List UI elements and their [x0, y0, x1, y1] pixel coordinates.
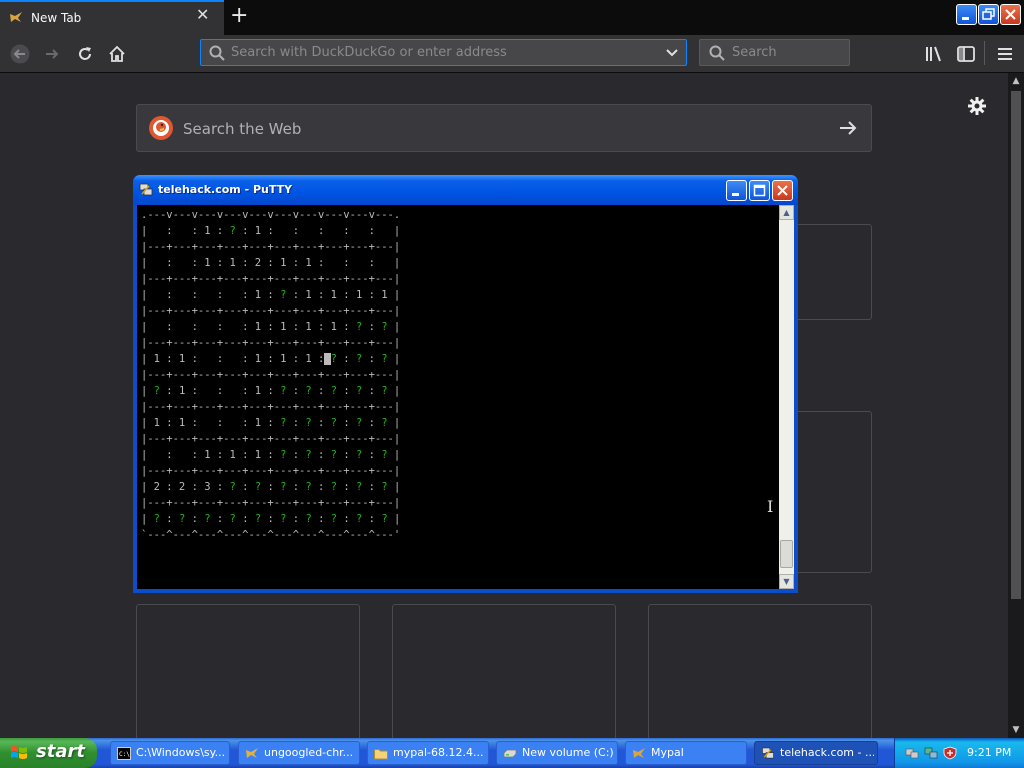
chevron-down-icon[interactable]: [666, 48, 678, 58]
taskbar-item-label: C:\Windows\sy...: [136, 746, 226, 759]
duckduckgo-logo-icon: [149, 116, 173, 140]
plus-icon[interactable]: +: [230, 2, 248, 30]
console-icon: C:\: [117, 747, 131, 760]
scroll-down-icon[interactable]: ▼: [1008, 722, 1024, 738]
putty-close-button[interactable]: [772, 180, 793, 201]
taskbar-item-label: ungoogled-chr...: [264, 746, 354, 759]
taskbar-item-chromium[interactable]: ungoogled-chr...: [238, 741, 360, 765]
hamburger-menu-icon[interactable]: [995, 44, 1015, 64]
tab-bar: New Tab ✕ +: [0, 0, 1024, 35]
clock: 9:21 PM: [967, 746, 1012, 759]
web-search-label: Search the Web: [183, 120, 302, 138]
sidebar-icon[interactable]: [956, 44, 976, 64]
putty-minimize-button[interactable]: [726, 180, 747, 201]
highlight-card[interactable]: [392, 604, 616, 744]
putty-maximize-button[interactable]: [749, 180, 770, 201]
restore-button[interactable]: [978, 4, 999, 25]
nav-bar: [0, 35, 1024, 73]
tab-title: New Tab: [31, 11, 82, 25]
chromium-icon: [246, 748, 258, 758]
search-icon: [709, 45, 725, 61]
search-input[interactable]: [732, 43, 842, 62]
url-bar[interactable]: [200, 39, 687, 66]
home-icon[interactable]: [107, 44, 127, 64]
forward-arrow-icon[interactable]: [42, 44, 62, 64]
library-icon[interactable]: [924, 44, 944, 64]
highlight-card[interactable]: [136, 604, 360, 744]
close-window-icon: [1005, 9, 1016, 20]
text-cursor-ibeam-icon: I: [767, 497, 774, 516]
terminal-scrollbar[interactable]: ▲ ▼: [779, 205, 794, 589]
web-search-box[interactable]: Search the Web: [136, 104, 872, 152]
putty-window: telehack.com - PuTTY .---v---v---v---v--…: [133, 175, 798, 593]
restore-icon: [982, 8, 995, 20]
arrow-right-icon[interactable]: [837, 117, 859, 139]
page-scrollbar[interactable]: ▲ ▼: [1008, 73, 1024, 738]
putty-window-controls: [726, 180, 793, 201]
putty-title: telehack.com - PuTTY: [158, 183, 293, 196]
taskbar-item-console[interactable]: C:\ C:\Windows\sy...: [110, 741, 230, 765]
taskbar-item-mypal[interactable]: Mypal: [625, 741, 747, 765]
reload-icon[interactable]: [75, 44, 95, 64]
svg-text:C:\: C:\: [119, 751, 130, 758]
folder-icon: [374, 749, 388, 760]
network-activity-icon[interactable]: [924, 746, 938, 760]
terminal-scroll-thumb[interactable]: [780, 540, 793, 568]
taskbar-item-label: telehack.com - ...: [780, 746, 874, 759]
terminal-text: .---v---v---v---v---v---v---v---v---v---…: [141, 209, 401, 541]
taskbar: start C:\ C:\Windows\sy... ungoogled-chr…: [0, 738, 1024, 768]
taskbar-item-label: Mypal: [651, 746, 684, 759]
terminal-screen[interactable]: .---v---v---v---v---v---v---v---v---v---…: [137, 205, 779, 589]
mypal-favicon-icon: [10, 12, 22, 22]
taskbar-item-drive[interactable]: New volume (C:): [496, 741, 618, 765]
window-controls: [956, 4, 1021, 25]
taskbar-item-label: mypal-68.12.4...: [393, 746, 484, 759]
page-scroll-thumb[interactable]: [1011, 91, 1021, 599]
scroll-up-icon[interactable]: ▲: [779, 205, 794, 220]
putty-icon: [139, 183, 153, 196]
highlight-card[interactable]: [648, 604, 872, 744]
taskbar-item-putty[interactable]: telehack.com - ...: [754, 741, 878, 765]
maximize-icon: [753, 184, 766, 197]
putty-icon: [762, 747, 774, 759]
close-window-button[interactable]: [1000, 4, 1021, 25]
network-icon[interactable]: [905, 746, 919, 760]
search-icon: [209, 45, 225, 61]
gear-icon[interactable]: [966, 95, 988, 117]
minimize-button[interactable]: [956, 4, 977, 25]
start-button[interactable]: start: [0, 738, 97, 768]
taskbar-item-folder[interactable]: mypal-68.12.4...: [367, 741, 489, 765]
tab-new-tab[interactable]: New Tab ✕: [0, 0, 224, 35]
scroll-down-icon[interactable]: ▼: [779, 574, 794, 589]
search-bar[interactable]: [699, 39, 850, 66]
url-input[interactable]: [231, 43, 651, 62]
security-shield-icon[interactable]: [943, 746, 957, 760]
start-label: start: [36, 741, 85, 762]
taskbar-item-label: New volume (C:): [522, 746, 614, 759]
minimize-icon: [962, 17, 969, 20]
windows-flag-icon: [11, 746, 27, 759]
close-window-icon: [777, 185, 788, 196]
mypal-icon: [633, 748, 645, 758]
putty-titlebar[interactable]: telehack.com - PuTTY: [133, 175, 798, 205]
minimize-icon: [732, 193, 739, 196]
drive-icon: [503, 749, 517, 758]
system-tray: 9:21 PM: [894, 738, 1024, 768]
scroll-up-icon[interactable]: ▲: [1008, 73, 1024, 89]
toolbar-separator: [984, 41, 985, 65]
back-arrow-icon[interactable]: [10, 44, 30, 64]
close-icon[interactable]: ✕: [196, 5, 209, 24]
